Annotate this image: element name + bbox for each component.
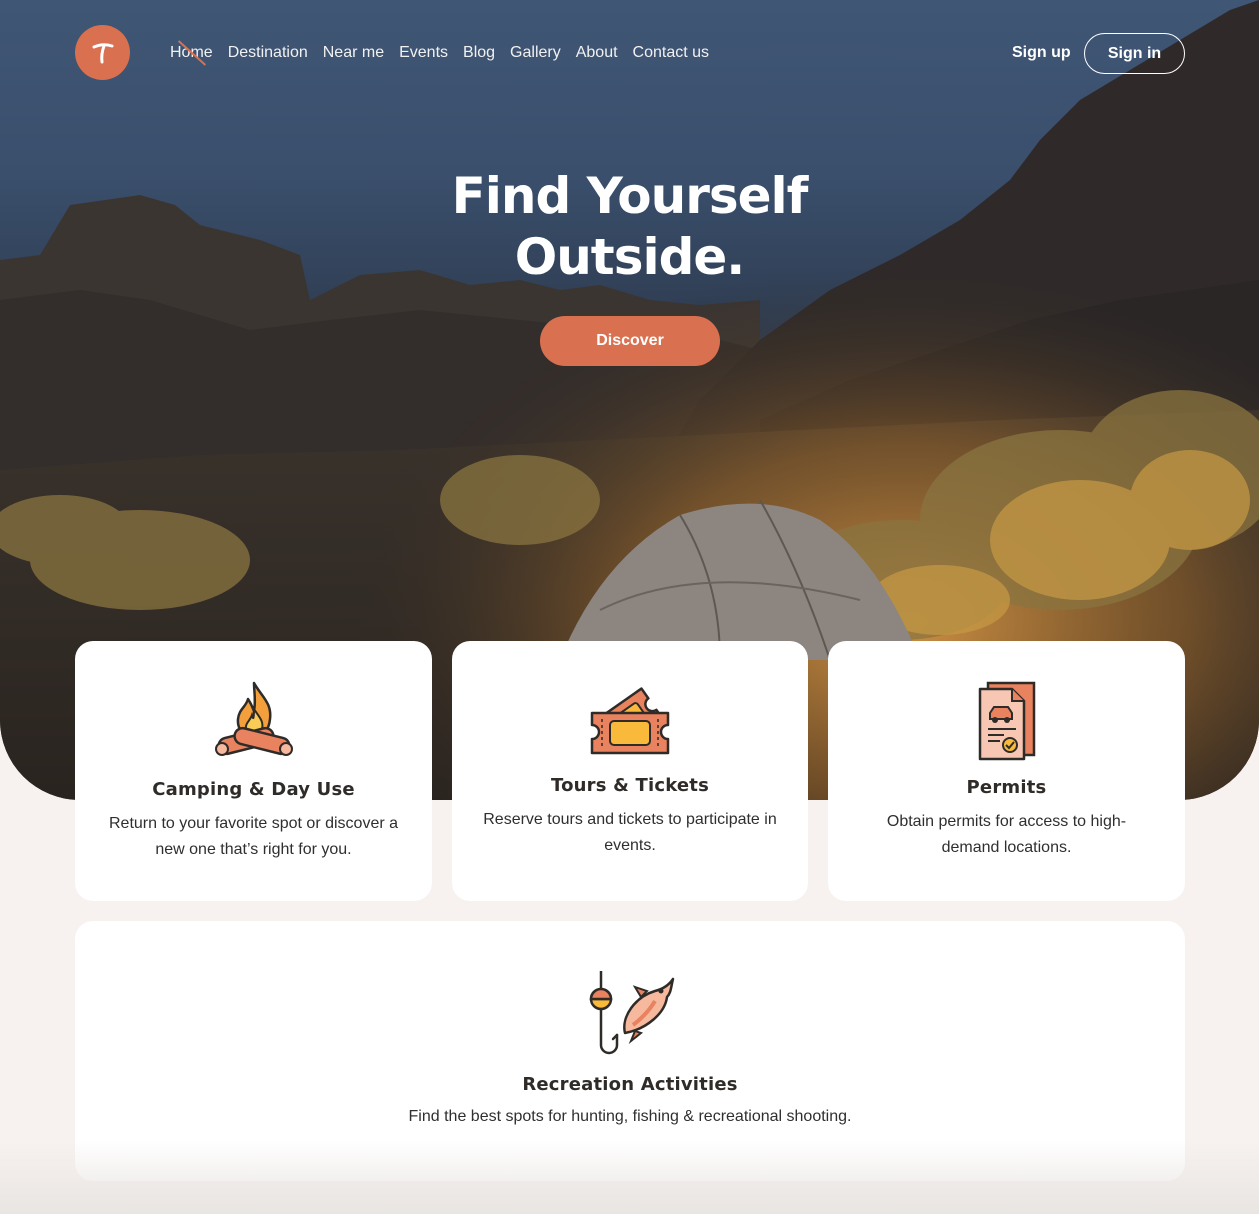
permit-document-icon — [978, 681, 1035, 761]
card-permits[interactable]: Permits Obtain permits for access to hig… — [828, 641, 1185, 901]
card-tours-tickets[interactable]: Tours & Tickets Reserve tours and ticket… — [452, 641, 808, 901]
discover-button[interactable]: Discover — [540, 316, 720, 366]
sign-up-link[interactable]: Sign up — [1012, 43, 1071, 63]
card-description: Reserve tours and tickets to participate… — [483, 811, 777, 854]
card-title: Permits — [966, 777, 1047, 798]
hero-title-line1: Find Yourself — [451, 167, 809, 225]
nav-link-near-me[interactable]: Near me — [323, 43, 384, 63]
fishing-hook-icon — [589, 971, 675, 1055]
ticket-icon — [590, 687, 670, 755]
nav-link-blog[interactable]: Blog — [463, 43, 495, 63]
nav-link-destination[interactable]: Destination — [228, 43, 308, 63]
brand-logo[interactable] — [75, 25, 130, 80]
card-description: Find the best spots for hunting, fishing… — [408, 1108, 852, 1125]
main-navigation: Home Destination Near me Events Blog Gal… — [170, 43, 709, 63]
hero-title: Find Yourself Outside. — [0, 166, 1259, 288]
sign-in-button[interactable]: Sign in — [1084, 33, 1185, 74]
nav-link-about[interactable]: About — [576, 43, 618, 63]
bottom-fade — [0, 1140, 1259, 1214]
card-title: Recreation Activities — [522, 1074, 738, 1095]
nav-link-contact-us[interactable]: Contact us — [633, 43, 709, 63]
card-camping-day-use[interactable]: Camping & Day Use Return to your favorit… — [75, 641, 432, 901]
card-description: Obtain permits for access to high-demand… — [886, 813, 1127, 856]
nav-link-gallery[interactable]: Gallery — [510, 43, 561, 63]
nav-link-events[interactable]: Events — [399, 43, 448, 63]
campfire-icon — [214, 681, 293, 756]
logo-icon — [92, 42, 113, 63]
card-title: Camping & Day Use — [152, 779, 355, 800]
card-description: Return to your favorite spot or discover… — [108, 815, 399, 858]
hero-title-line2: Outside. — [514, 228, 746, 286]
nav-link-home[interactable]: Home — [170, 43, 213, 63]
card-title: Tours & Tickets — [550, 775, 710, 796]
